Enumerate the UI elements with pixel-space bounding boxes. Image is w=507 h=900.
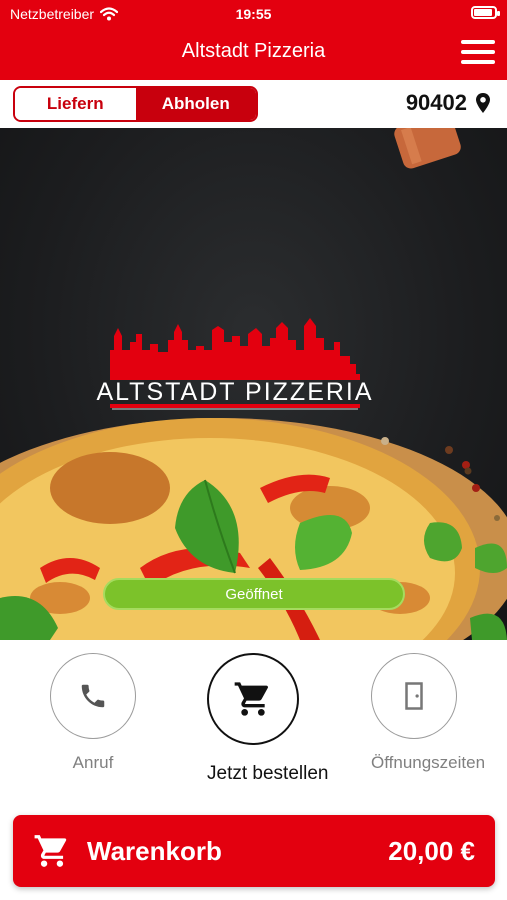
cart-icon [234,682,268,716]
deliver-tab[interactable]: Liefern [15,88,136,120]
pizza-hero-image: ALTSTADT PIZZERIA [0,128,507,640]
map-pin-icon [476,93,490,113]
status-bar: Netzbetreiber 19:55 [0,0,507,28]
pickup-tab[interactable]: Abholen [135,88,256,120]
opening-hours-label: Öffnungszeiten [371,753,486,772]
logo-text: ALTSTADT PIZZERIA [96,378,373,406]
delivery-mode-toggle: Liefern Abholen [13,86,258,122]
call-circle [50,653,136,739]
cart-icon [34,835,67,867]
clock: 19:55 [235,6,272,22]
location-selector[interactable]: 90402 [406,90,491,116]
battery-icon [471,6,500,19]
app-header: Netzbetreiber 19:55 Altstadt Pizzeria [0,0,507,80]
quick-actions: Anruf Jetzt bestellen Öffnungszeiten [0,640,507,810]
order-circle [207,653,299,745]
door-icon [405,682,423,710]
order-now-label: Jetzt bestellen [207,763,329,784]
hours-circle [371,653,457,739]
zip-code: 90402 [405,90,467,115]
open-status-badge: Geöffnet [103,578,405,610]
order-now-button[interactable]: Jetzt bestellen [207,653,329,785]
opening-hours-button[interactable]: Öffnungszeiten [371,653,486,773]
cart-total: 20,00 € [388,835,475,866]
hero-banner: ALTSTADT PIZZERIA Geöffnet [0,128,507,640]
cart-button[interactable]: Warenkorb 20,00 € [13,815,495,887]
app-screen: Netzbetreiber 19:55 Altstadt Pizzeria Li… [0,0,507,900]
hamburger-menu-icon[interactable] [461,40,495,64]
phone-icon [81,684,105,708]
mode-bar: Liefern Abholen 90402 [0,80,507,128]
call-button[interactable]: Anruf [50,653,136,773]
cart-label: Warenkorb [87,835,222,866]
call-label: Anruf [72,753,114,772]
page-title: Altstadt Pizzeria [181,40,326,62]
